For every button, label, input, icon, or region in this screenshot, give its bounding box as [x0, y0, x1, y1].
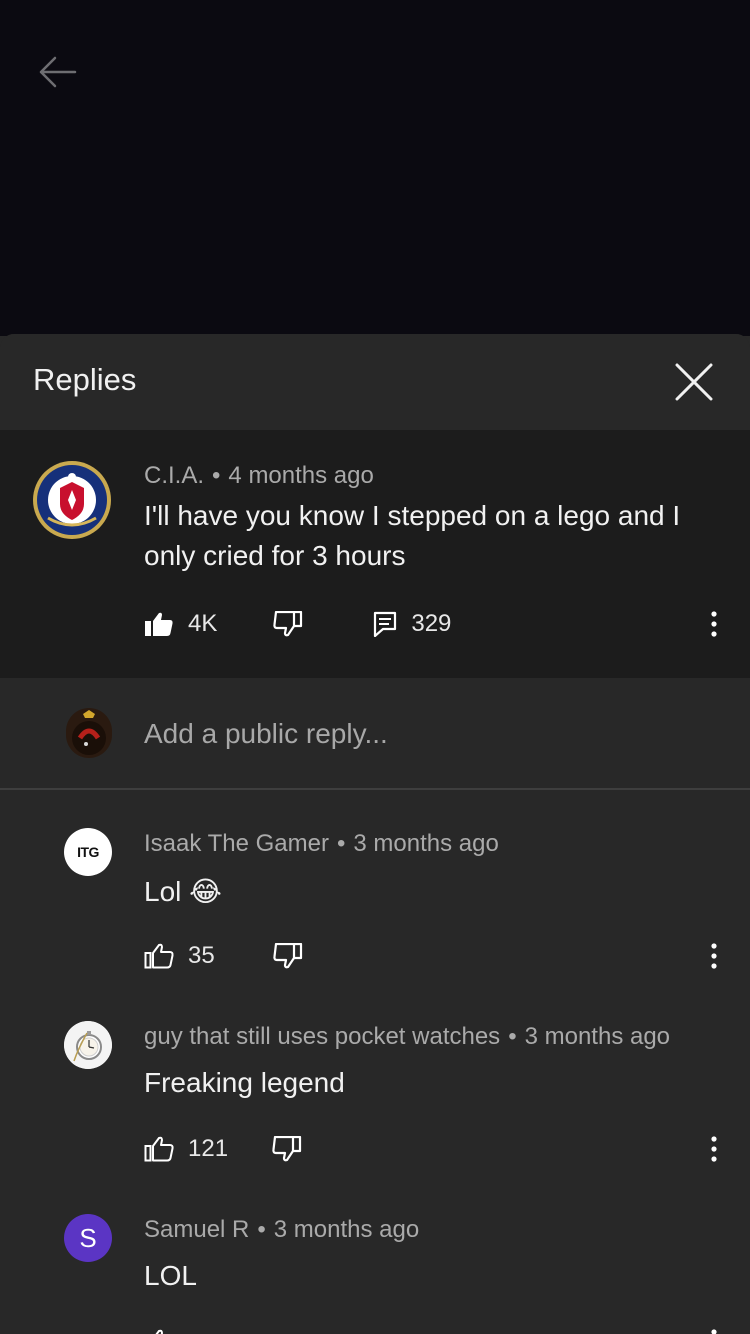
pocket-watch-icon: [64, 1021, 112, 1069]
reply-text: Lol 😂: [144, 872, 222, 912]
reply-actions: 121: [144, 1129, 302, 1169]
more-options-button[interactable]: [700, 936, 728, 976]
reply-button[interactable]: 329: [373, 610, 451, 638]
meta-separator: •: [257, 1216, 266, 1243]
meta-separator: •: [336, 830, 346, 857]
pocket-watch-avatar[interactable]: [64, 1021, 112, 1069]
more-options-button[interactable]: [700, 1129, 728, 1169]
like-count: 35: [188, 942, 215, 969]
replies-panel: Replies C.I.A. • 4 months ago I'll have yo…: [0, 334, 750, 1334]
more-vert-icon: [711, 611, 717, 637]
add-reply-input[interactable]: Add a public reply...: [144, 718, 388, 750]
parent-comment: C.I.A. • 4 months ago I'll have you know I…: [0, 430, 750, 678]
parent-text-line-2: only cried for 3 hours: [144, 540, 406, 571]
dislike-button[interactable]: [273, 943, 303, 969]
like-button[interactable]: [144, 1329, 174, 1334]
reply-author[interactable]: guy that still uses pocket watches: [144, 1023, 500, 1050]
reply-actions: 35: [144, 936, 303, 976]
reply-author[interactable]: Samuel R: [144, 1216, 249, 1243]
video-area: [0, 0, 750, 336]
more-vert-icon: [711, 943, 717, 969]
like-count: 121: [188, 1135, 229, 1162]
dislike-button[interactable]: [273, 611, 303, 637]
more-options-button[interactable]: [700, 604, 728, 644]
meta-separator: •: [212, 462, 221, 489]
parent-author[interactable]: C.I.A.: [144, 462, 204, 489]
more-vert-icon: [711, 1329, 717, 1334]
laughing-emoji: 😂: [189, 876, 222, 907]
close-icon: [675, 363, 713, 401]
cia-seal-icon: [33, 461, 111, 539]
thumbs-up-icon: [155, 1329, 163, 1334]
cia-avatar[interactable]: [32, 460, 112, 540]
thumbs-up-icon: [144, 943, 174, 969]
reply-item: guy that still uses pocket watches • 3 mon…: [0, 983, 750, 1176]
reply-meta: guy that still uses pocket watches • 3 mon…: [144, 1023, 670, 1051]
thumbs-down-icon: [272, 1136, 302, 1162]
add-reply-row[interactable]: Add a public reply...: [0, 678, 750, 790]
back-button[interactable]: [34, 50, 80, 94]
thumbs-up-icon: [144, 1136, 174, 1162]
back-arrow-icon: [39, 56, 77, 88]
isaak-avatar[interactable]: ITG: [64, 828, 112, 876]
reply-item: ITG Isaak The Gamer • 3 months ago Lol 😂 3…: [0, 790, 750, 983]
thumbs-up-filled-icon: [145, 612, 173, 636]
like-button[interactable]: 35: [144, 942, 215, 970]
parent-actions: 4K 329: [144, 604, 451, 644]
reply-text: Freaking legend: [144, 1067, 345, 1098]
reply-meta: Samuel R • 3 months ago: [144, 1216, 419, 1244]
itg-logo-text: ITG: [77, 844, 99, 860]
reply-author[interactable]: Isaak The Gamer: [144, 830, 329, 857]
comment-icon: [374, 611, 397, 637]
reply-text: LOL: [144, 1260, 197, 1291]
reply-time: 3 months ago: [273, 1216, 420, 1243]
more-options-button[interactable]: [700, 1322, 728, 1334]
like-button[interactable]: 121: [144, 1135, 228, 1163]
reply-time: 3 months ago: [524, 1023, 671, 1050]
parent-text: I'll have you know I stepped on a lego a…: [144, 496, 680, 576]
parent-text-line-1: I'll have you know I stepped on a lego a…: [144, 500, 681, 531]
close-button[interactable]: [672, 360, 716, 404]
like-button[interactable]: 4K: [144, 610, 217, 638]
reply-item: S Samuel R • 3 months ago LOL: [0, 1176, 750, 1334]
dislike-button[interactable]: [272, 1136, 302, 1162]
panel-header: Replies: [0, 334, 750, 430]
meta-separator: •: [508, 1023, 517, 1050]
reply-meta: Isaak The Gamer • 3 months ago: [144, 830, 499, 858]
like-count: 4K: [188, 610, 218, 637]
thumbs-down-icon: [273, 611, 303, 637]
parent-time: 4 months ago: [228, 462, 374, 489]
panel-title: Replies: [33, 362, 137, 397]
user-avatar-image: [66, 708, 112, 758]
avatar-letter: S: [79, 1222, 97, 1253]
more-vert-icon: [711, 1136, 717, 1162]
thumbs-down-icon: [273, 943, 302, 969]
user-avatar: [66, 708, 112, 758]
parent-meta: C.I.A. • 4 months ago: [144, 462, 374, 490]
reply-count: 329: [411, 610, 452, 637]
samuel-avatar[interactable]: S: [64, 1214, 112, 1262]
reply-text-content: Lol: [144, 876, 182, 907]
reply-time: 3 months ago: [353, 830, 499, 857]
reply-actions: [144, 1322, 174, 1334]
